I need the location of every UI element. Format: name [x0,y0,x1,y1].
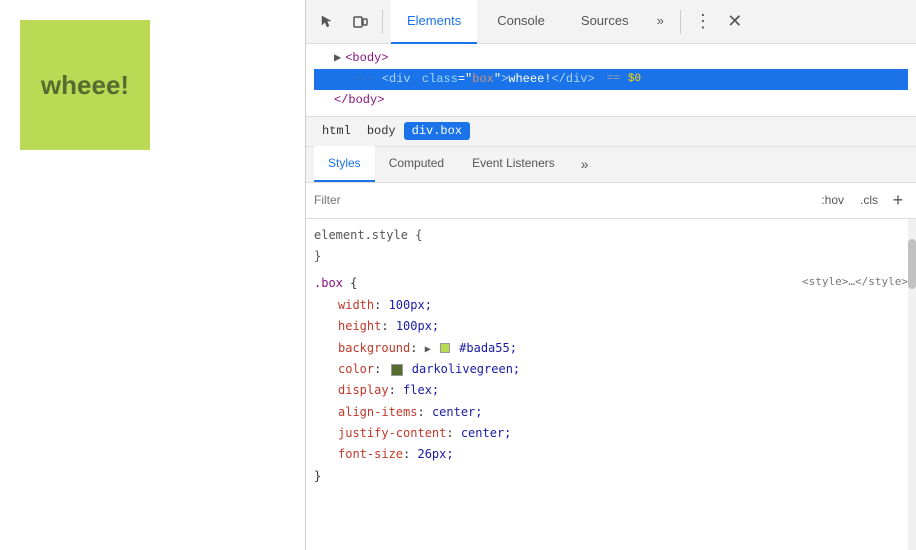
hov-button[interactable]: :hov [815,191,850,209]
css-source-box: <style>…</style> [802,273,908,292]
div-box-line[interactable]: ··· <div class="box">wheee!</div> == $0 [314,69,908,90]
tab-elements[interactable]: Elements [391,0,477,44]
css-block-box: .box { <style>…</style> width: 100px; he… [306,271,916,491]
css-prop-color: color: darkolivegreen; [314,359,908,380]
breadcrumb-divbox[interactable]: div.box [404,122,470,140]
filter-bar: :hov .cls + [306,183,916,219]
css-block-element-style: element.style { } [306,223,916,272]
toolbar-separator-2 [680,10,681,34]
inspect-element-icon[interactable] [314,8,342,36]
css-selector-box-line: .box { <style>…</style> [314,273,908,294]
expand-arrow: ▶ [334,49,341,68]
background-expand-arrow[interactable]: ▶ [425,344,431,355]
demo-box: wheee! [20,20,150,150]
color-swatch[interactable] [391,364,403,376]
breadcrumb-html[interactable]: html [314,122,359,140]
tab-sources[interactable]: Sources [565,0,645,44]
css-closing-brace-box: } [314,466,908,487]
css-prop-font-size: font-size: 26px; [314,444,908,465]
background-color-swatch[interactable] [440,343,450,353]
css-prop-width: width: 100px; [314,295,908,316]
styles-tab-more-icon[interactable]: » [573,146,597,182]
dollar-zero: $0 [628,71,641,89]
css-prop-background: background: ▶ #bada55; [314,338,908,359]
cls-button[interactable]: .cls [854,191,884,209]
filter-input[interactable] [314,193,807,207]
demo-box-text: wheee! [41,70,129,101]
scrollbar-thumb[interactable] [908,239,916,289]
page-area: wheee! [0,0,305,550]
devtools-panel: Elements Console Sources » ⋮ ✕ ▶ <body> … [305,0,916,550]
tab-styles[interactable]: Styles [314,146,375,182]
body-close-tag-line[interactable]: </body> [314,90,908,111]
elements-panel: ▶ <body> ··· <div class="box">wheee!</di… [306,44,916,117]
tab-console[interactable]: Console [481,0,561,44]
breadcrumb-body[interactable]: body [359,122,404,140]
css-prop-justify-content: justify-content: center; [314,423,908,444]
css-prop-display: display: flex; [314,380,908,401]
css-prop-align-items: align-items: center; [314,402,908,423]
css-selector-element-style: element.style { [314,225,908,246]
close-devtools-icon[interactable]: ✕ [721,8,749,36]
device-toolbar-icon[interactable] [346,8,374,36]
equals-sign: == [607,71,620,89]
devtools-toolbar: Elements Console Sources » ⋮ ✕ [306,0,916,44]
tab-event-listeners[interactable]: Event Listeners [458,146,569,182]
scrollbar-track[interactable] [908,219,916,550]
more-options-icon[interactable]: ⋮ [689,8,717,36]
tab-computed[interactable]: Computed [375,146,458,182]
tab-more[interactable]: » [649,0,672,44]
css-closing-brace-element-style: } [314,246,908,267]
body-tag-line[interactable]: ▶ <body> [314,48,908,69]
breadcrumb: html body div.box [306,117,916,147]
toolbar-separator [382,10,383,34]
css-panel: element.style { } .box { <style>…</style… [306,219,916,550]
styles-tabs: Styles Computed Event Listeners » [306,147,916,183]
add-style-icon[interactable]: + [888,190,908,210]
css-prop-height: height: 100px; [314,316,908,337]
filter-buttons: :hov .cls + [815,190,908,210]
